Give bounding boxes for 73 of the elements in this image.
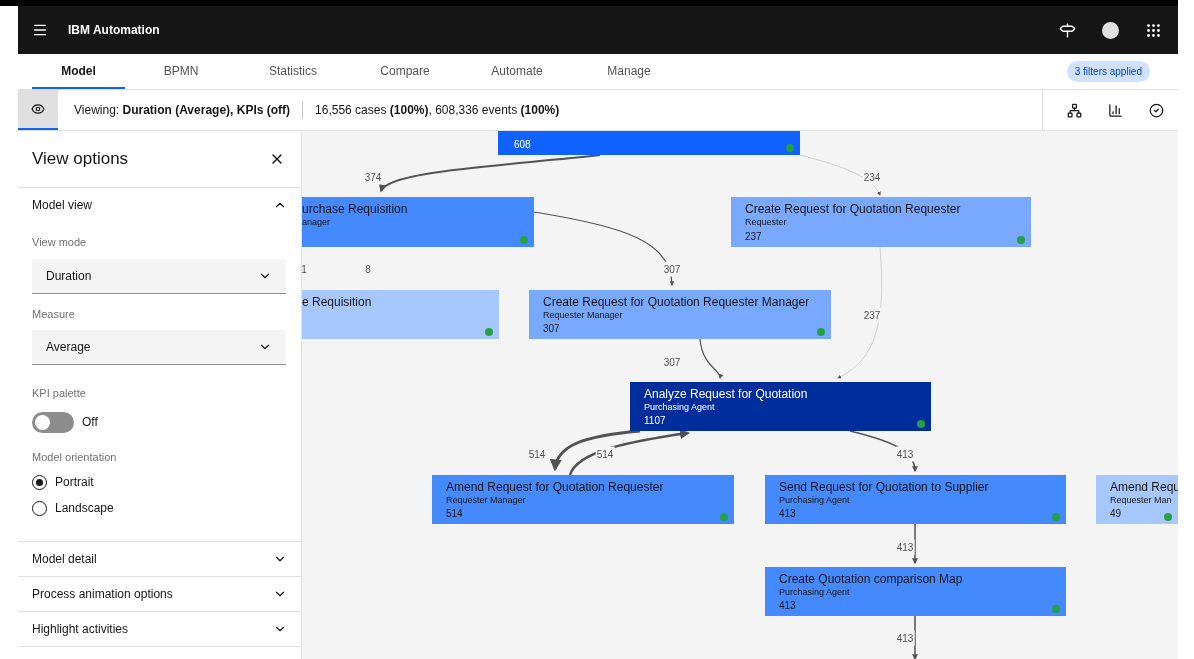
activity-count: 307	[543, 323, 560, 335]
activity-count: 608	[514, 139, 531, 151]
flow-arrow	[912, 523, 918, 565]
panel-title: View options	[32, 148, 129, 171]
flow-arrow	[849, 430, 918, 473]
product-name: IBM Automation	[68, 22, 160, 39]
nav-tab[interactable]: Automate	[461, 54, 573, 89]
activity-title: Analyze Request for Quotation	[644, 387, 808, 401]
activity-node[interactable]: Create Quotation comparison Map Purchasing Agent 413	[765, 567, 1066, 616]
activity-role: Requester Man	[1110, 495, 1172, 506]
activity-title: Create Request for Quotation Requester	[745, 202, 961, 216]
activity-title: e Requisition	[302, 295, 372, 309]
app-switcher-icon[interactable]	[1145, 21, 1162, 39]
activity-count: 413	[779, 600, 796, 612]
flow-arrow	[699, 338, 723, 379]
menu-icon[interactable]	[32, 22, 48, 38]
measure-dropdown[interactable]: Average	[32, 330, 286, 365]
activity-node[interactable]: Create Request for Quotation Requester Manager Requester Manager 307	[529, 290, 831, 339]
signpost-icon[interactable]	[1059, 21, 1076, 39]
activity-count: 413	[779, 508, 796, 520]
toggle-switch[interactable]	[32, 411, 74, 433]
activity-title: Amend Request for Quotation Requester	[446, 480, 664, 494]
activity-node[interactable]: urchase Requisition anager	[302, 197, 534, 247]
flow-arrow	[912, 615, 918, 659]
check-circle-icon[interactable]	[1149, 102, 1164, 118]
activity-role: anager	[302, 217, 331, 228]
edge-count-label: 413	[895, 446, 915, 462]
avatar-icon[interactable]	[1102, 21, 1119, 39]
activity-role: Purchasing Agent	[779, 495, 850, 506]
bar-chart-icon[interactable]	[1108, 102, 1123, 118]
nav-tab[interactable]: Compare	[349, 54, 461, 89]
field-label: Model orientation	[32, 449, 118, 465]
activity-node[interactable]: e Requisition	[302, 290, 499, 339]
activity-node[interactable]: Analyze Request for Quotation Purchasing Agent 1107	[630, 382, 931, 431]
accordion-header[interactable]: Highlight activities	[18, 612, 301, 647]
nav-tab[interactable]: Statistics	[237, 54, 349, 89]
activity-role: Purchasing Agent	[779, 587, 850, 598]
activity-title: Send Request for Quotation to Supplier	[779, 480, 989, 494]
field-label: View mode	[32, 235, 88, 250]
field-label: KPI palette	[32, 386, 87, 401]
totals-summary: 16,556 cases (100%), 608,336 events (100%)	[315, 102, 560, 119]
activity-role: Requester Manager	[543, 310, 623, 321]
activity-count: 237	[745, 231, 762, 243]
nav-tab[interactable]: Manage	[573, 54, 685, 89]
activity-title: Create Request for Quotation Requester Manager	[543, 295, 810, 309]
toggle-state: Off	[82, 414, 98, 431]
activity-role: Requester Manager	[446, 495, 526, 506]
activity-role: Purchasing Agent	[644, 402, 715, 413]
activity-title: Create Quotation comparison Map	[779, 572, 963, 586]
activity-node[interactable]: 608	[498, 131, 800, 155]
edge-count-label: 237	[862, 307, 882, 323]
view-toggle-button[interactable]	[18, 90, 58, 130]
activity-role: Requester	[745, 217, 787, 228]
activity-node[interactable]: Amend Request for Quotation Requester Requester Manager 514	[432, 475, 734, 524]
eye-icon	[31, 102, 45, 116]
accordion-header[interactable]: Model view	[32, 188, 287, 222]
viewing-summary: Viewing: Duration (Average), KPIs (off)	[74, 102, 291, 119]
activity-title: urchase Requisition	[302, 202, 408, 216]
activity-count: 1107	[644, 415, 666, 427]
view-mode-dropdown[interactable]: Duration	[32, 258, 286, 294]
accordion-header[interactable]: Process animation options	[18, 577, 301, 612]
activity-node[interactable]: Create Request for Quotation Requester Requester 237	[731, 197, 1031, 247]
filters-badge[interactable]: 3 filters applied	[1066, 61, 1150, 82]
process-tree-icon[interactable]	[1067, 102, 1082, 118]
activity-node[interactable]: Send Request for Quotation to Supplier Purchasing Agent 413	[765, 475, 1066, 524]
edge-count-label: 307	[662, 261, 682, 277]
nav-tab[interactable]: BPMN	[125, 54, 237, 89]
field-label: Measure	[32, 306, 76, 322]
radio-option[interactable]: Portrait	[32, 473, 94, 491]
activity-count: 514	[446, 508, 463, 520]
activity-count: 49	[1110, 508, 1122, 520]
accordion-header[interactable]: Model detail	[18, 542, 301, 577]
radio-option[interactable]: Landscape	[32, 499, 114, 517]
